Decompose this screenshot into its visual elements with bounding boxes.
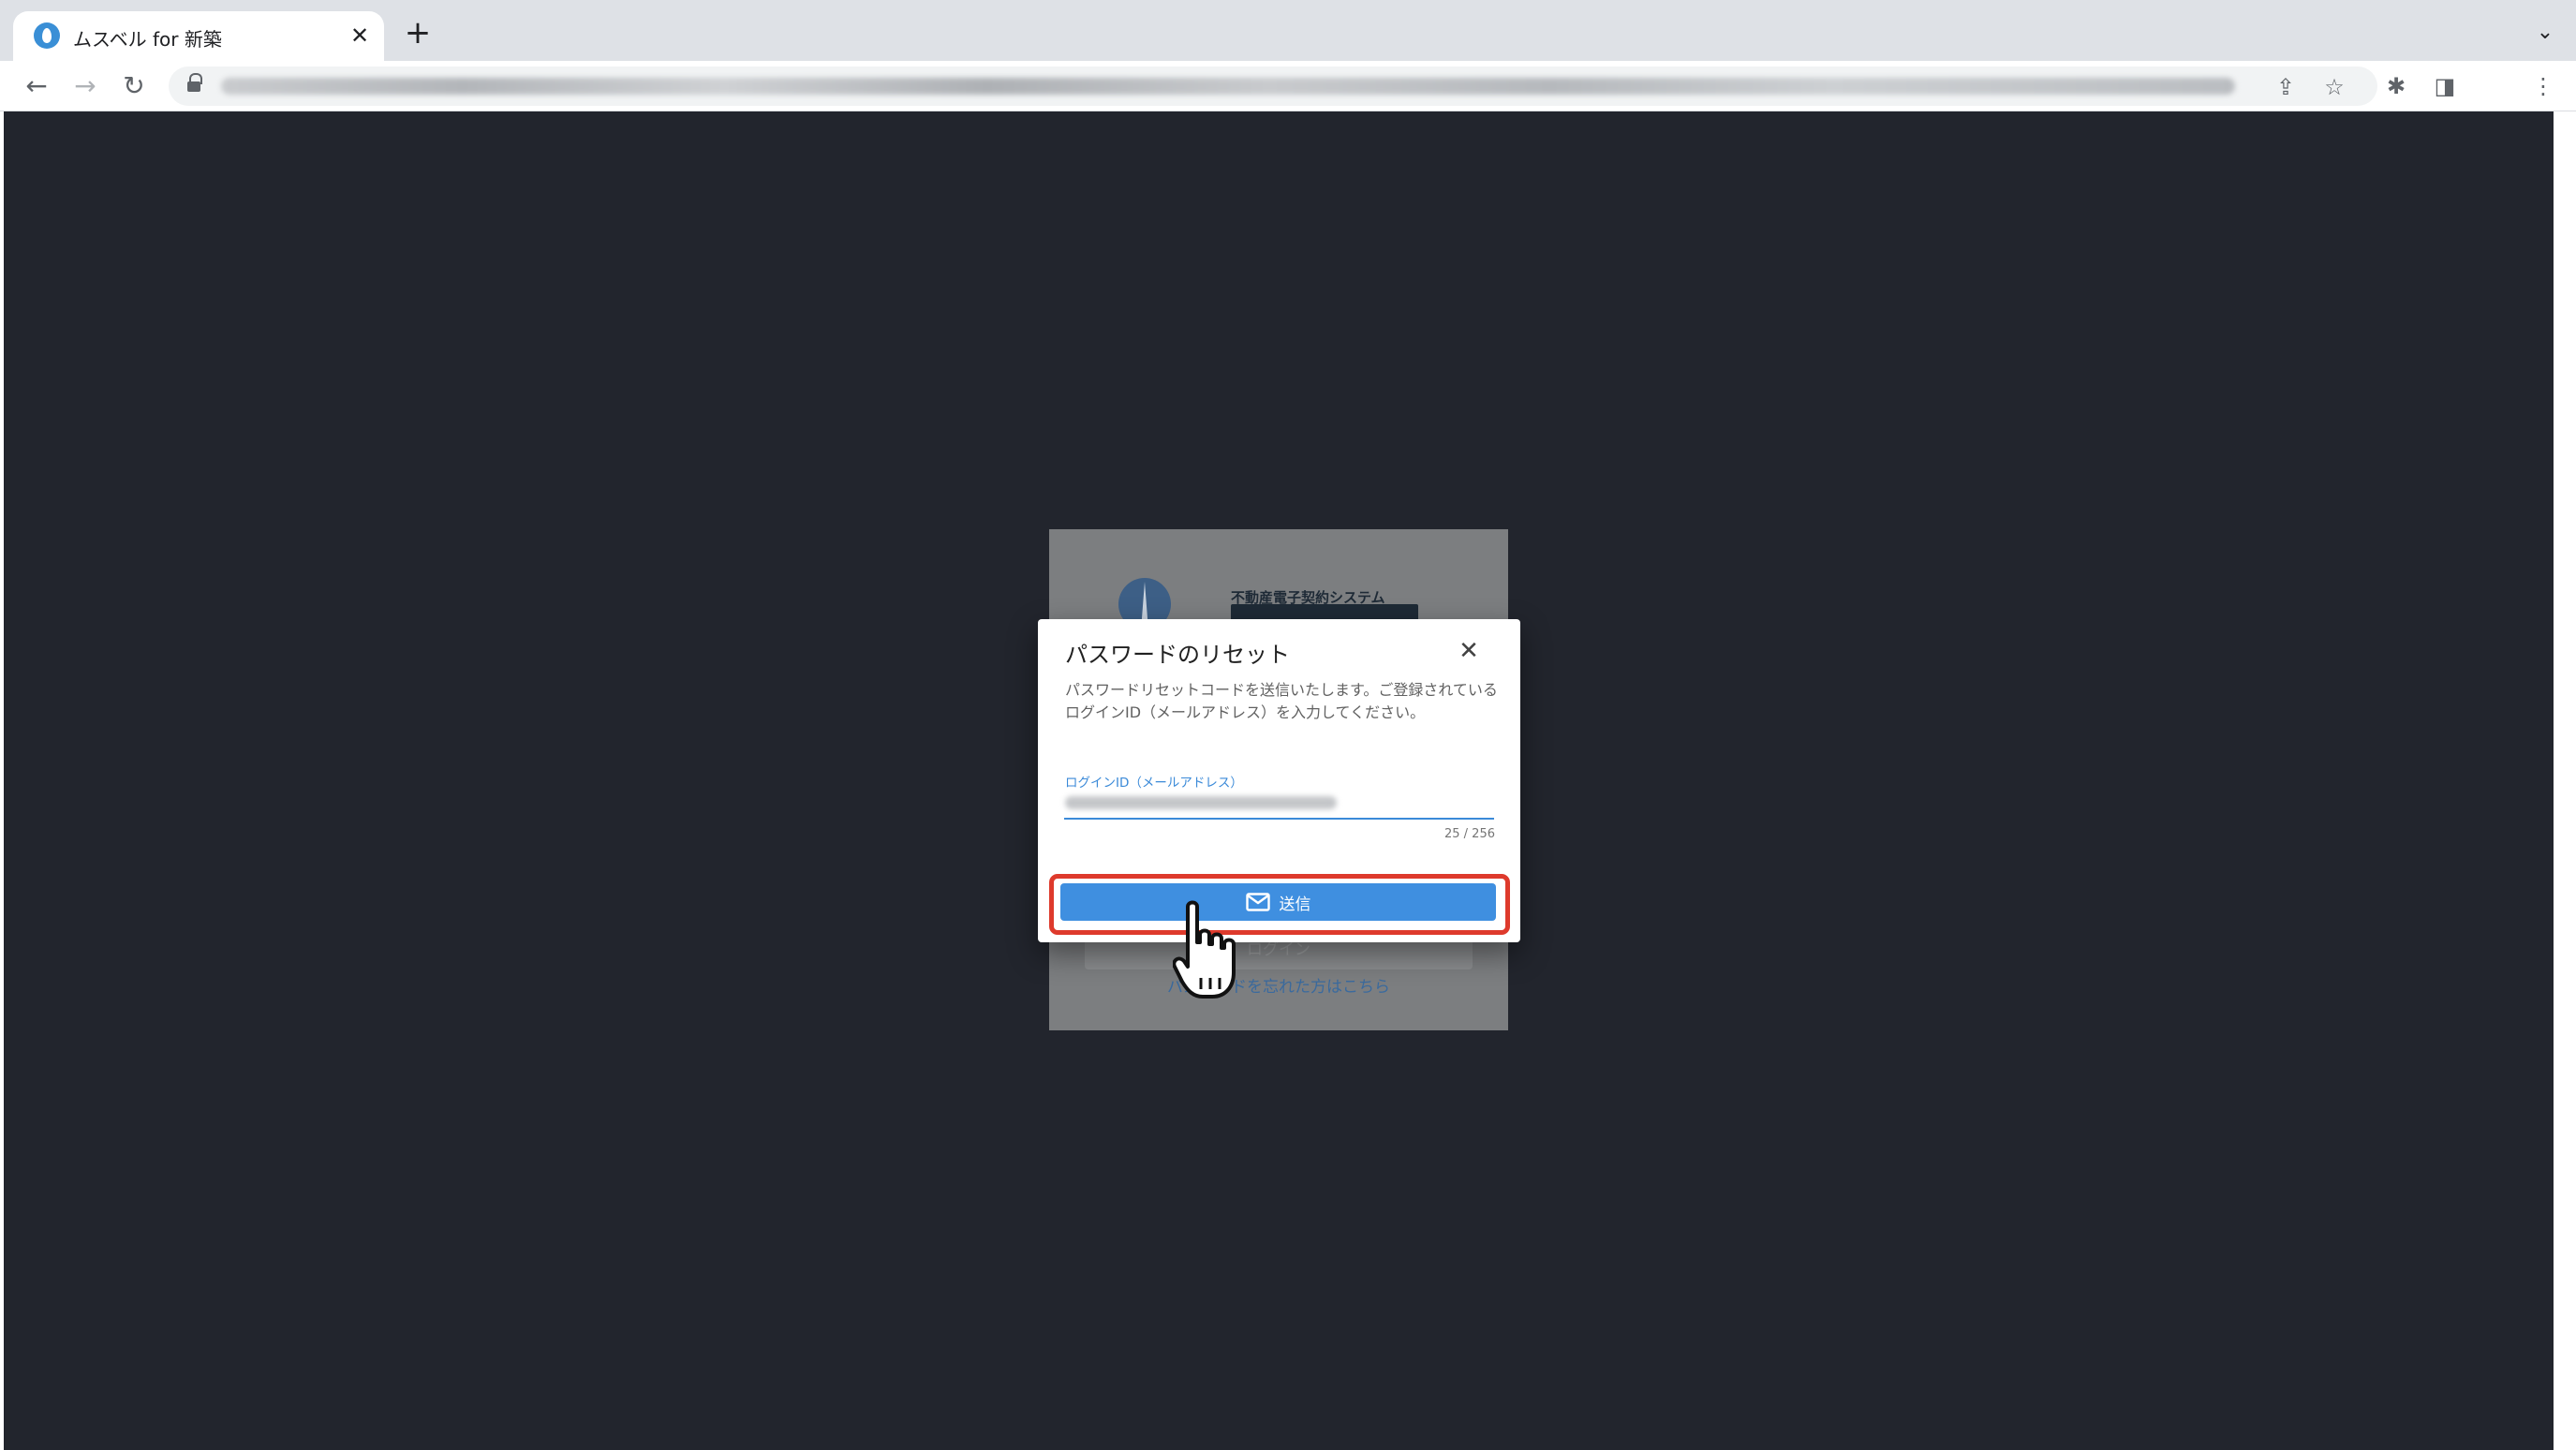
dialog-title: パスワードのリセット: [1065, 642, 1290, 668]
hand-pointer-icon: [1173, 900, 1236, 999]
login-id-field-underline: [1064, 818, 1494, 820]
dialog-description: パスワードリセットコードを送信いたします。ご登録されているログインID（メールア…: [1065, 681, 1498, 721]
close-icon[interactable]: ✕: [1452, 634, 1486, 668]
lock-icon[interactable]: [187, 73, 202, 93]
extensions-puzzle-icon[interactable]: ✱: [2382, 72, 2410, 100]
share-icon[interactable]: ⇪: [2273, 74, 2299, 100]
browser-tab-bar: ムスベル for 新築 ✕ + ⌄: [0, 0, 2576, 61]
highlight-annotation-box: [1049, 874, 1510, 935]
browser-toolbar: ← → ↻ ⇪ ☆ ✱ ◨ ⋮: [0, 61, 2576, 111]
side-panel-icon[interactable]: ◨: [2431, 72, 2459, 100]
window-right-edge: [2554, 111, 2576, 1450]
login-id-field[interactable]: [1065, 796, 1337, 809]
character-counter: 25 / 256: [1444, 827, 1495, 841]
site-favicon-icon: [34, 22, 60, 49]
login-id-field-label: ログインID（メールアドレス）: [1065, 776, 1243, 791]
address-bar[interactable]: ⇪ ☆: [169, 67, 2377, 106]
url-text-redacted: [221, 78, 2235, 95]
tab-close-icon[interactable]: ✕: [345, 21, 375, 51]
tab-title: ムスベル for 新築: [73, 28, 222, 51]
browser-tab[interactable]: ムスベル for 新築 ✕: [13, 11, 384, 61]
browser-menu-icon[interactable]: ⋮: [2529, 72, 2557, 100]
forgot-password-link[interactable]: パスワードを忘れた方はこちら: [1049, 973, 1508, 997]
new-tab-button[interactable]: +: [401, 17, 435, 51]
back-arrow-icon[interactable]: ←: [19, 68, 54, 104]
reload-icon[interactable]: ↻: [116, 68, 152, 104]
tab-search-chevron-icon[interactable]: ⌄: [2531, 19, 2559, 47]
bookmark-star-icon[interactable]: ☆: [2321, 74, 2347, 100]
forward-arrow-icon[interactable]: →: [67, 68, 103, 104]
